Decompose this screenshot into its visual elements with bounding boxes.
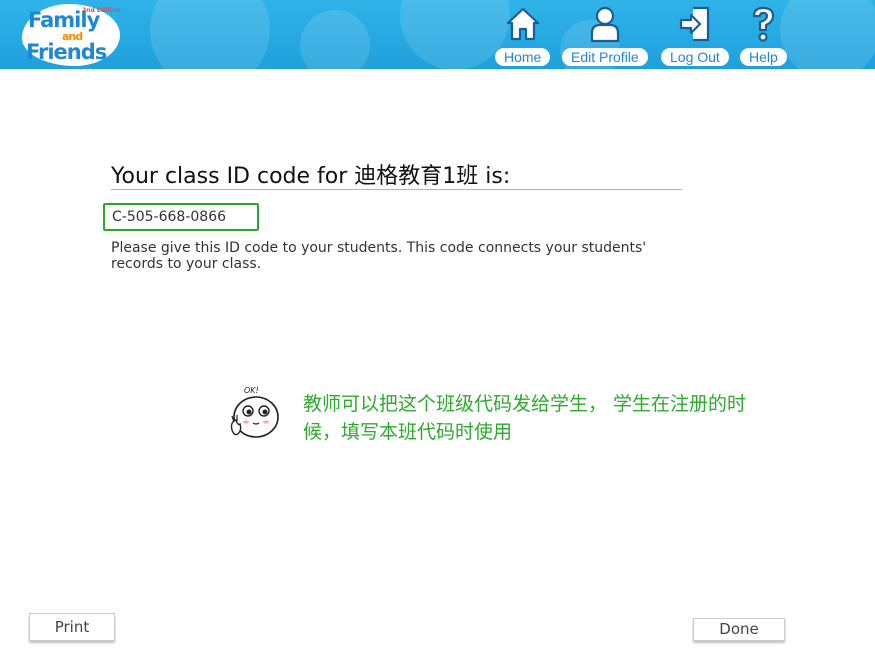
- home-icon[interactable]: [503, 4, 543, 44]
- logout-icon[interactable]: [675, 4, 715, 44]
- logo-text-friends: Friends: [26, 40, 107, 64]
- nav-log-out[interactable]: Log Out: [661, 4, 729, 66]
- done-button[interactable]: Done: [693, 618, 785, 641]
- ok-sticker-image: OK!: [226, 382, 284, 444]
- log-out-button[interactable]: Log Out: [661, 48, 729, 66]
- print-button[interactable]: Print: [29, 613, 115, 641]
- user-icon[interactable]: [585, 4, 625, 44]
- nav-home[interactable]: Home: [495, 4, 551, 66]
- teacher-note-line1: 教师可以把这个班级代码发给学生， 学生在注册的时: [303, 393, 747, 415]
- header-decoration: [780, 0, 875, 69]
- instructions-text: Please give this ID code to your student…: [111, 240, 647, 272]
- header-bar: 2nd Edition Family and Friends Home Edit: [0, 0, 875, 69]
- teacher-note-line2: 候，填写本班代码时使用: [303, 421, 513, 443]
- header-decoration: [300, 10, 370, 69]
- class-id-code[interactable]: C-505-668-0866: [103, 203, 259, 231]
- help-icon[interactable]: [743, 4, 783, 44]
- header-decoration: [400, 0, 510, 69]
- page-title: Your class ID code for 迪格教育1班 is:: [111, 158, 510, 190]
- teacher-note: 教师可以把这个班级代码发给学生， 学生在注册的时 候，填写本班代码时使用: [303, 390, 803, 446]
- logo-text-family: Family: [28, 8, 100, 32]
- nav-edit-profile[interactable]: Edit Profile: [562, 4, 648, 66]
- nav-help[interactable]: Help: [740, 4, 787, 66]
- class-name: 迪格教育1班: [354, 164, 479, 189]
- title-prefix: Your class ID code for: [111, 164, 355, 189]
- title-suffix: is:: [478, 164, 511, 189]
- edit-profile-button[interactable]: Edit Profile: [562, 48, 648, 66]
- title-divider: [111, 189, 682, 190]
- header-decoration: [150, 0, 270, 69]
- page: 2nd Edition Family and Friends Home Edit: [0, 0, 875, 657]
- sticker-ok-text: OK!: [244, 386, 259, 395]
- family-and-friends-logo[interactable]: 2nd Edition Family and Friends: [22, 4, 122, 66]
- help-button[interactable]: Help: [740, 48, 787, 66]
- home-button[interactable]: Home: [495, 48, 551, 66]
